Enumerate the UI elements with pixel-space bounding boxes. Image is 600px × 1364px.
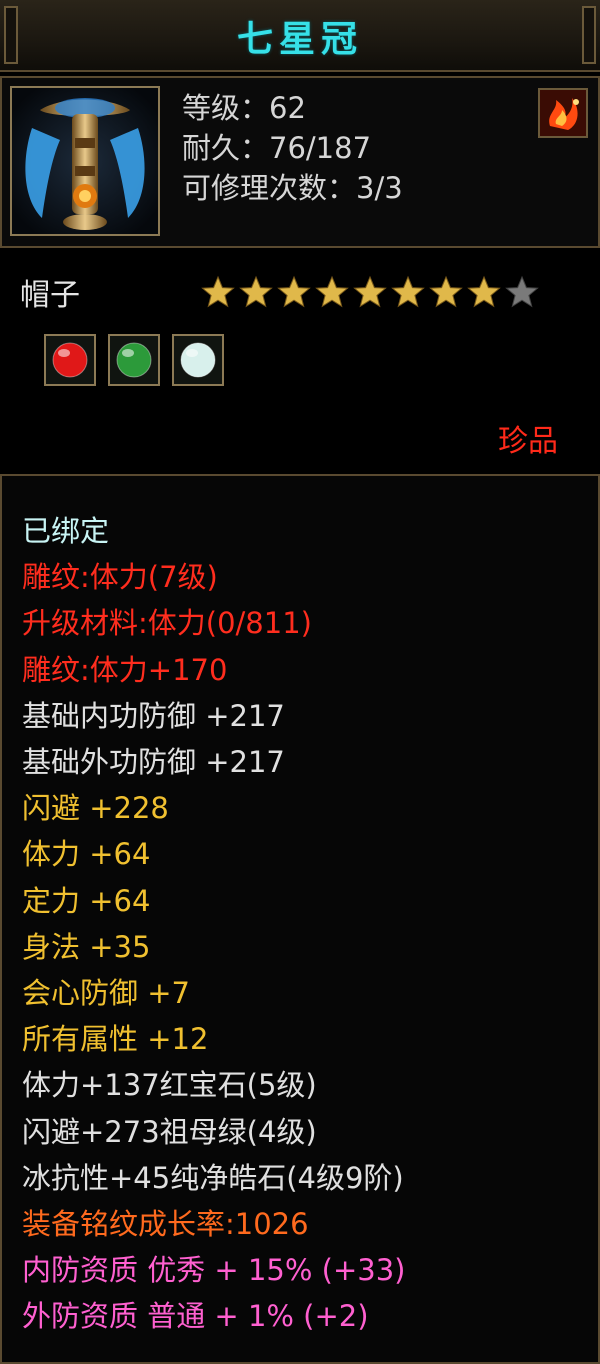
attribute-line: 外防资质 普通 + 1% (+2) (22, 1299, 369, 1334)
flame-badge-icon (538, 88, 588, 138)
star-rating (200, 274, 540, 310)
level-text: 等级：62 (182, 91, 306, 125)
attribute-line: 闪避 +228 (22, 791, 169, 826)
star-filled-icon (201, 275, 235, 308)
attribute-line: 基础外功防御 +217 (22, 745, 285, 780)
item-header-panel: 等级：62 耐久：76/187 可修理次数：3/3 (0, 76, 600, 248)
emerald-gem-icon[interactable] (108, 334, 160, 386)
attribute-line: 雕纹:体力(7级) (22, 560, 218, 595)
attribute-line: 身法 +35 (22, 929, 151, 964)
attribute-line: 所有属性 +12 (22, 1022, 209, 1057)
star-filled-icon (353, 275, 387, 308)
star-filled-icon (239, 275, 273, 308)
quality-label: 珍品 (498, 424, 558, 459)
attribute-line: 基础内功防御 +217 (22, 698, 285, 733)
attribute-line: 会心防御 +7 (22, 976, 190, 1011)
star-filled-icon (315, 275, 349, 308)
item-type: 帽子 (20, 278, 80, 313)
attribute-list: 已绑定雕纹:体力(7级) 升级材料:体力(0/811) 雕纹:体力+170 基础内功防… (22, 508, 405, 1340)
title-bar: 七星冠 (0, 0, 600, 72)
ruby-gem-icon[interactable] (44, 334, 96, 386)
gem-slots (44, 334, 224, 386)
diamond-gem-icon[interactable] (172, 334, 224, 386)
durability-text: 耐久：76/187 (182, 131, 372, 165)
star-filled-icon (277, 275, 311, 308)
star-filled-icon (391, 275, 425, 308)
attribute-line: 内防资质 优秀 + 15% (+33) (22, 1253, 406, 1288)
attribute-line: 体力+137红宝石(5级) (22, 1068, 317, 1103)
item-details-panel: 已绑定雕纹:体力(7级) 升级材料:体力(0/811) 雕纹:体力+170 基础内功防… (0, 474, 600, 1364)
attribute-line: 闪避+273祖母绿(4级) (22, 1114, 317, 1149)
attribute-line: 冰抗性+45纯净皓石(4级9阶) (22, 1160, 404, 1195)
crown-icon (10, 86, 160, 236)
star-filled-icon (467, 275, 501, 308)
attribute-line: 定力 +64 (22, 883, 151, 918)
attribute-line: 已绑定 (22, 514, 110, 548)
attribute-line: 升级材料:体力(0/811) (22, 606, 312, 641)
star-filled-icon (429, 275, 463, 308)
attribute-line: 装备铭纹成长率:1026 (22, 1207, 309, 1242)
item-name: 七星冠 (236, 19, 363, 60)
repair-count-text: 可修理次数：3/3 (182, 171, 403, 205)
item-stats: 等级：62 耐久：76/187 可修理次数：3/3 (182, 88, 403, 208)
attribute-line: 体力 +64 (22, 837, 151, 872)
star-empty-icon (505, 275, 539, 308)
attribute-line: 雕纹:体力+170 (22, 652, 228, 687)
